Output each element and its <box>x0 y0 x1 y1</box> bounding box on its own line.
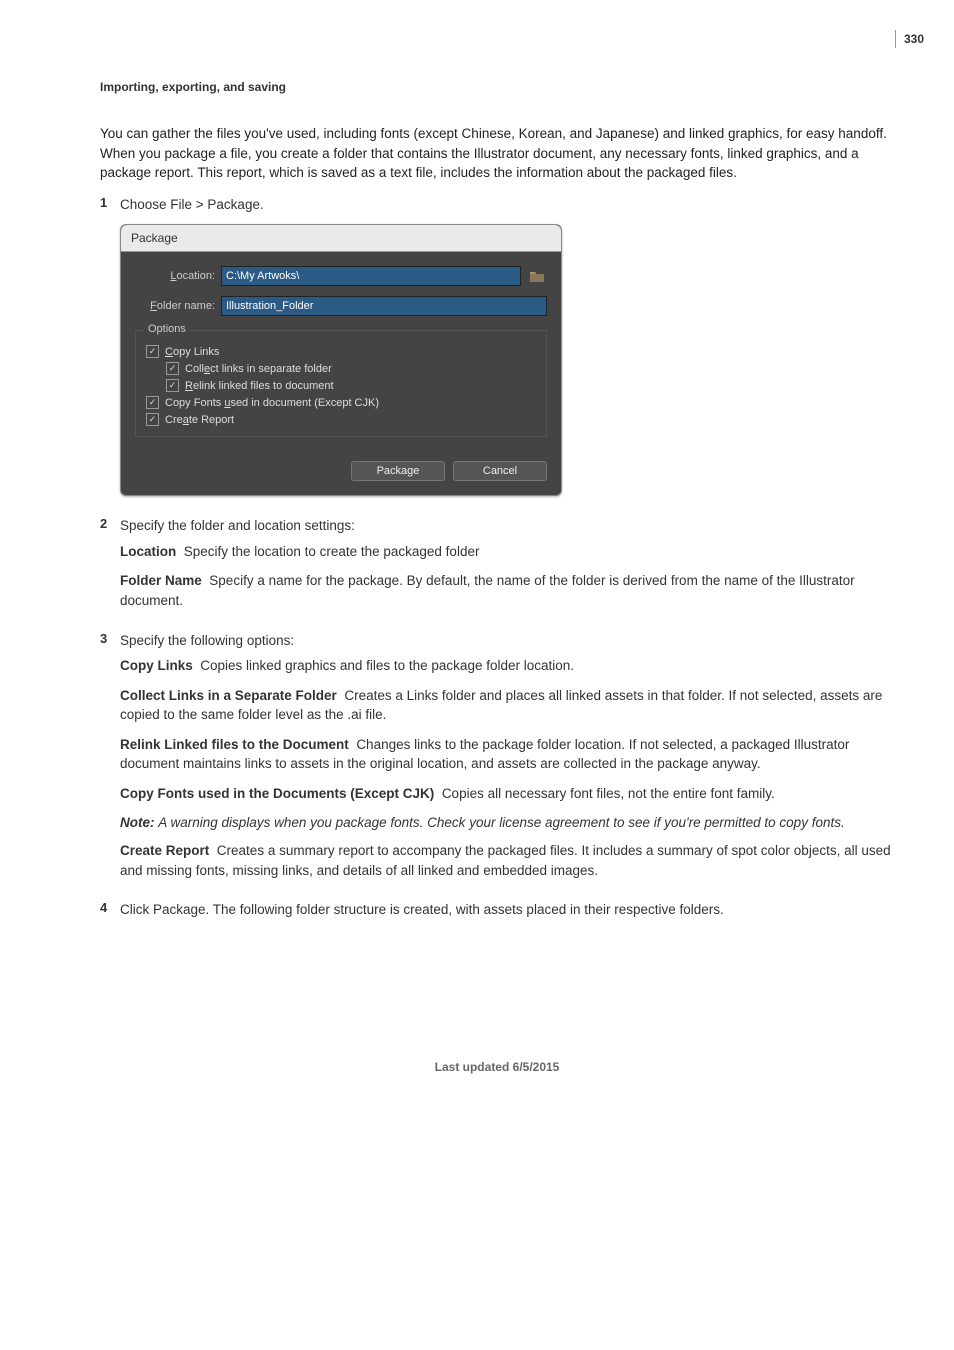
foldername-row: Folder name: Illustration_Folder <box>135 296 547 316</box>
step-1-number: 1 <box>100 195 120 210</box>
options-group-title: Options <box>144 323 190 335</box>
step-4: 4 Click Package. The following folder st… <box>100 900 894 920</box>
package-dialog: Package Location: C:\My Artwoks\ Folder … <box>120 224 562 496</box>
step-4-number: 4 <box>100 900 120 915</box>
check-icon: ✓ <box>146 345 159 358</box>
page-number: 330 <box>895 30 924 48</box>
step-3-number: 3 <box>100 631 120 646</box>
folder-icon <box>529 269 545 283</box>
step-3: 3 Specify the following options: Copy Li… <box>100 631 894 891</box>
def-collect: Collect Links in a Separate Folder Creat… <box>120 686 894 725</box>
check-icon: ✓ <box>166 379 179 392</box>
package-button[interactable]: Package <box>351 461 445 481</box>
collect-links-checkbox[interactable]: ✓ Collect links in separate folder <box>146 362 536 375</box>
def-copyfonts: Copy Fonts used in the Documents (Except… <box>120 784 894 804</box>
location-input[interactable]: C:\My Artwoks\ <box>221 266 521 286</box>
def-createreport: Create Report Creates a summary report t… <box>120 841 894 880</box>
relink-files-checkbox[interactable]: ✓ Relink linked files to document <box>146 379 536 392</box>
def-relink: Relink Linked files to the Document Chan… <box>120 735 894 774</box>
foldername-label: Folder name: <box>135 300 221 312</box>
create-report-checkbox[interactable]: ✓ Create Report <box>146 413 536 426</box>
note-line: Note: A warning displays when you packag… <box>120 813 894 833</box>
step-2: 2 Specify the folder and location settin… <box>100 516 894 620</box>
section-header: Importing, exporting, and saving <box>100 80 894 94</box>
page-footer: Last updated 6/5/2015 <box>100 1060 894 1074</box>
options-group: Options ✓ Copy Links ✓ Collect links in … <box>135 330 547 437</box>
check-icon: ✓ <box>146 396 159 409</box>
cancel-button[interactable]: Cancel <box>453 461 547 481</box>
step-4-text: Click Package. The following folder stru… <box>120 900 894 920</box>
intro-paragraph: You can gather the files you've used, in… <box>100 124 894 183</box>
foldername-input[interactable]: Illustration_Folder <box>221 296 547 316</box>
dialog-title: Package <box>121 225 561 252</box>
def-location: Location Specify the location to create … <box>120 542 894 562</box>
step-2-text: Specify the folder and location settings… <box>120 516 894 536</box>
step-3-text: Specify the following options: <box>120 631 894 651</box>
step-2-number: 2 <box>100 516 120 531</box>
def-foldername: Folder Name Specify a name for the packa… <box>120 571 894 610</box>
step-1: 1 Choose File > Package. <box>100 195 894 215</box>
copy-links-checkbox[interactable]: ✓ Copy Links <box>146 345 536 358</box>
check-icon: ✓ <box>166 362 179 375</box>
location-row: Location: C:\My Artwoks\ <box>135 266 547 286</box>
step-1-text: Choose File > Package. <box>120 195 894 215</box>
def-copylinks: Copy Links Copies linked graphics and fi… <box>120 656 894 676</box>
check-icon: ✓ <box>146 413 159 426</box>
location-label: Location: <box>135 270 221 282</box>
copy-fonts-checkbox[interactable]: ✓ Copy Fonts used in document (Except CJ… <box>146 396 536 409</box>
browse-folder-button[interactable] <box>527 268 547 284</box>
